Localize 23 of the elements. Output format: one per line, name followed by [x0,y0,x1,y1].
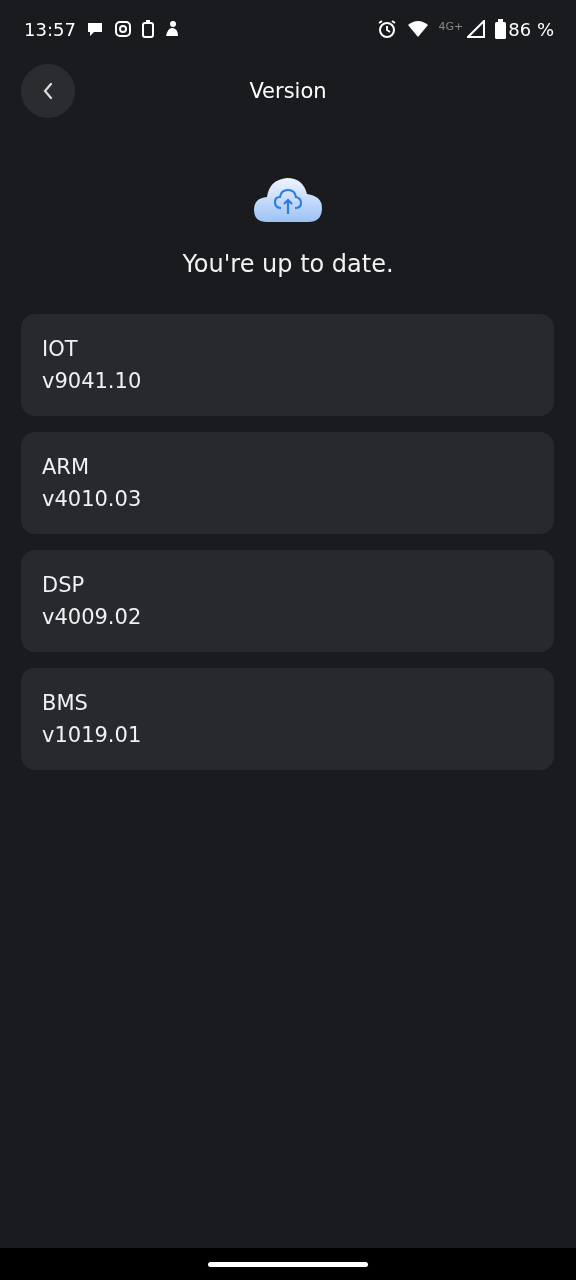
battery-icon [141,20,154,38]
battery-level: 86 % [508,18,554,40]
camera-icon [113,20,132,38]
module-name: IOT [42,337,79,361]
figure-icon [163,20,180,38]
alarm-icon [376,19,397,39]
signal-icon [467,20,486,38]
version-number: v9041.10 [42,369,143,393]
chat-icon [85,21,104,37]
back-icon [41,82,55,100]
module-name: ARM [42,455,91,479]
version-number: v4009.02 [42,605,143,629]
clock: 13:57 [24,18,76,40]
network-type: 4G+ [438,20,464,33]
page-title: Version [249,79,327,103]
version-number: v1019.01 [42,723,143,747]
wifi-icon [406,20,429,38]
module-name: BMS [42,691,89,715]
module-name: DSP [42,573,86,597]
status-message: You're up to date. [182,250,394,278]
version-number: v4010.03 [42,487,143,511]
battery-icon [495,19,507,39]
home-indicator[interactable] [208,1261,368,1267]
